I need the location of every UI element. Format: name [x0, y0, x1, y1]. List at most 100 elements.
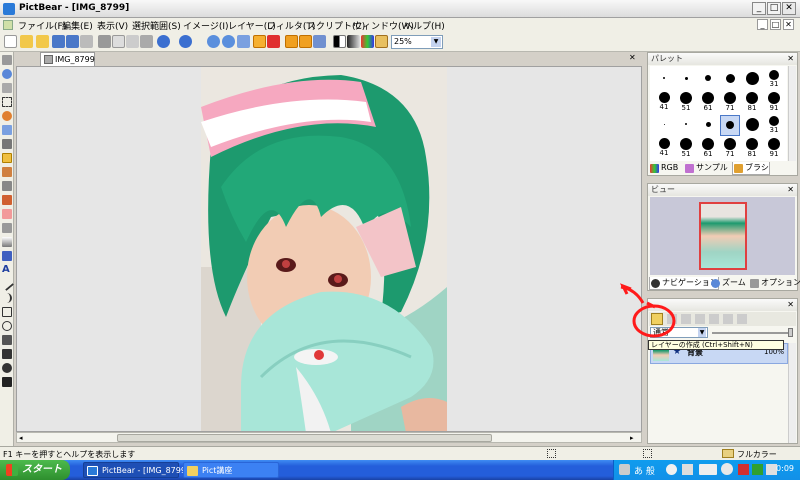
layer-properties-icon[interactable]: [737, 314, 747, 324]
save-all-icon[interactable]: [66, 35, 79, 48]
brush-preset[interactable]: 91: [764, 91, 784, 113]
rect-select-icon[interactable]: [2, 97, 12, 107]
tray-expand-icon[interactable]: [721, 463, 733, 475]
brush-preset[interactable]: 31: [764, 115, 784, 136]
brush-scrollbar[interactable]: [788, 66, 796, 161]
brush-preset[interactable]: 81: [742, 137, 762, 159]
zoom-in-icon[interactable]: [207, 35, 220, 48]
brush-preset[interactable]: 91: [764, 137, 784, 159]
brush-preset[interactable]: 41: [654, 92, 674, 113]
line-tool-icon[interactable]: [0, 276, 15, 292]
document-icon[interactable]: [3, 20, 13, 30]
tab-rgb[interactable]: RGB: [649, 162, 678, 175]
zoom-tool-icon[interactable]: [2, 69, 12, 79]
contrast-icon[interactable]: [333, 35, 346, 48]
text-tool-icon[interactable]: A: [2, 265, 12, 275]
mdi-restore-button[interactable]: □: [770, 19, 781, 30]
opacity-slider-thumb[interactable]: [788, 328, 793, 337]
brush-preset[interactable]: [698, 115, 718, 136]
brush-preset[interactable]: 81: [742, 91, 762, 113]
redo-icon[interactable]: [179, 35, 192, 48]
zoom-out-icon[interactable]: [222, 35, 235, 48]
scroll-left-icon[interactable]: ◂: [19, 434, 23, 442]
merge-layer-icon[interactable]: [723, 314, 733, 324]
ime-tools-icon[interactable]: [682, 464, 693, 475]
hand-tool-icon[interactable]: [2, 55, 12, 65]
navigator-toggle-icon[interactable]: [299, 35, 312, 48]
language-bar-icon[interactable]: [619, 464, 630, 475]
security-icon[interactable]: [752, 464, 763, 475]
open-recent-icon[interactable]: [36, 35, 49, 48]
brush-tool-icon[interactable]: [2, 153, 12, 163]
scrollbar-thumb[interactable]: [117, 434, 492, 442]
fit-window-icon[interactable]: [237, 35, 250, 48]
filled-ellipse-icon[interactable]: [2, 363, 12, 373]
brush-preset[interactable]: 31: [764, 69, 784, 90]
menu-image[interactable]: イメージ(I): [183, 19, 229, 32]
palette-close-icon[interactable]: ✕: [787, 54, 794, 63]
foreground-color-icon[interactable]: [2, 377, 12, 387]
ellipse-tool-icon[interactable]: [2, 321, 12, 331]
brush-preset[interactable]: 51: [676, 137, 696, 159]
stamp-icon[interactable]: [2, 251, 12, 261]
scroll-right-icon[interactable]: ▸: [630, 434, 634, 442]
menu-help[interactable]: ヘルプ(H): [404, 19, 445, 32]
layer-down-icon[interactable]: [709, 314, 719, 324]
horizontal-scrollbar[interactable]: ◂ ▸: [16, 432, 642, 443]
lasso-icon[interactable]: [2, 111, 12, 121]
image-view-icon[interactable]: [253, 35, 266, 48]
resize-icon[interactable]: [375, 35, 388, 48]
tab-document[interactable]: IMG_8799: [40, 52, 95, 66]
brush-preset[interactable]: 51: [676, 91, 696, 113]
chevron-down-icon[interactable]: ▼: [431, 37, 441, 47]
image-info-icon[interactable]: [267, 35, 280, 48]
close-button[interactable]: ✕: [782, 2, 796, 15]
delete-icon[interactable]: [140, 35, 153, 48]
curve-tool-icon[interactable]: [2, 293, 12, 303]
menu-view[interactable]: 表示(V): [97, 19, 128, 32]
pencil-icon[interactable]: [2, 167, 12, 177]
layer-close-icon[interactable]: ✕: [787, 300, 794, 309]
brush-preset[interactable]: [654, 115, 674, 136]
brush-preset[interactable]: [698, 69, 718, 90]
new-file-icon[interactable]: [4, 35, 17, 48]
tab-sample[interactable]: サンプル: [684, 162, 728, 175]
ime-pad-icon[interactable]: [666, 464, 677, 475]
brush-preset[interactable]: [676, 69, 696, 90]
network-icon[interactable]: [738, 464, 749, 475]
view-close-icon[interactable]: ✕: [787, 185, 794, 194]
menu-file[interactable]: ファイル(F): [18, 19, 66, 32]
mdi-close-button[interactable]: ✕: [783, 19, 794, 30]
magic-wand-icon[interactable]: [2, 125, 12, 135]
move-tool-icon[interactable]: [2, 83, 12, 93]
menu-selection[interactable]: 選択範囲(S): [132, 19, 181, 32]
tab-options[interactable]: オプション: [749, 277, 800, 290]
ime-options-icon[interactable]: [699, 464, 717, 475]
menu-edit[interactable]: 編集(E): [62, 19, 93, 32]
open-folder-icon[interactable]: [20, 35, 33, 48]
gradient-icon[interactable]: [2, 237, 12, 247]
mdi-minimize-button[interactable]: _: [757, 19, 768, 30]
brush-preset[interactable]: 61: [698, 91, 718, 113]
delete-layer-icon[interactable]: [681, 314, 691, 324]
opacity-slider-track[interactable]: [712, 332, 792, 334]
print-icon[interactable]: [80, 35, 93, 48]
chevron-down-icon[interactable]: ▼: [698, 328, 706, 337]
eyedropper-icon[interactable]: [2, 139, 12, 149]
brush-preset[interactable]: [654, 69, 674, 90]
layer-up-icon[interactable]: [695, 314, 705, 324]
maximize-button[interactable]: □: [767, 2, 781, 15]
brush-preset[interactable]: [742, 69, 762, 90]
brush-preset[interactable]: 61: [698, 137, 718, 159]
polygon-tool-icon[interactable]: [2, 335, 12, 345]
document-close-icon[interactable]: ✕: [629, 53, 636, 62]
layer-panel-toggle-icon[interactable]: [313, 35, 326, 48]
cut-icon[interactable]: [98, 35, 111, 48]
layer-scrollbar[interactable]: [788, 343, 796, 443]
filled-rect-icon[interactable]: [2, 349, 12, 359]
brush-preset[interactable]: [742, 115, 762, 136]
brush-preset[interactable]: [676, 115, 696, 136]
save-icon[interactable]: [52, 35, 65, 48]
ime-mode[interactable]: あ 般: [634, 464, 655, 477]
paste-icon[interactable]: [126, 35, 139, 48]
